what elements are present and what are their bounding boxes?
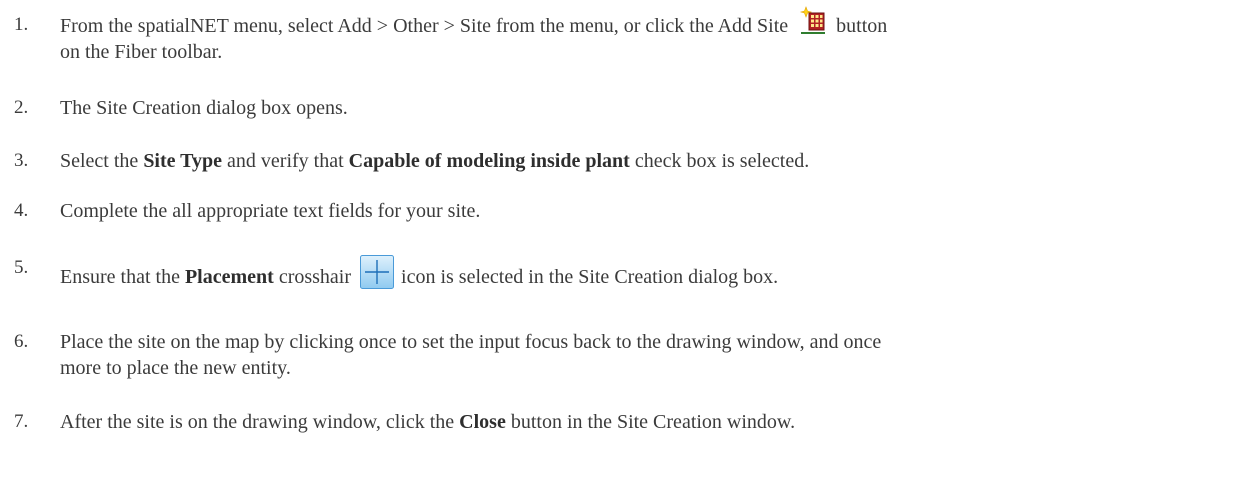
step-number: 5. xyxy=(14,257,29,278)
step-text-part: more to place the new entity. xyxy=(60,357,291,379)
step-number: 3. xyxy=(14,150,29,171)
step-text-part: button xyxy=(836,15,888,37)
ui-term-site-type: Site Type xyxy=(143,150,223,172)
ui-term-placement: Placement xyxy=(184,266,274,288)
ui-term-close: Close xyxy=(459,411,506,433)
step-text: Ensure that the Placement crosshair icon… xyxy=(60,255,1245,290)
step-text-part: crosshair xyxy=(278,266,352,288)
step-text-part: check box is selected. xyxy=(634,150,810,172)
step-text: Complete the all appropriate text fields… xyxy=(60,200,481,222)
crosshair-icon xyxy=(360,255,395,289)
step-number: 1. xyxy=(14,14,29,35)
step-text: The Site Creation dialog box opens. xyxy=(60,97,348,119)
step-text: From the spatialNET menu, select Add > O… xyxy=(60,6,1245,65)
step-text-part: From the spatialNET menu, select Add > O… xyxy=(60,15,789,37)
step-text-part: icon is selected in the Site Creation di… xyxy=(401,266,779,288)
step-text-part: Select the xyxy=(60,150,139,172)
step-text-part: After the site is on the drawing window,… xyxy=(60,411,455,433)
step-text-part: button in the Site Creation window. xyxy=(510,411,796,433)
step-text: Place the site on the map by clicking on… xyxy=(60,329,1245,381)
step-number: 2. xyxy=(14,97,29,118)
step-text-part: and verify that xyxy=(227,150,344,172)
step-text: After the site is on the drawing window,… xyxy=(60,409,1245,435)
step-text-part: Ensure that the xyxy=(60,266,180,288)
step-number: 7. xyxy=(14,411,29,432)
step-text: Select the Site Type and verify that Cap… xyxy=(60,148,1245,174)
step-number: 6. xyxy=(14,331,29,352)
step-number: 4. xyxy=(14,200,29,221)
step-text-part: Place the site on the map by clicking on… xyxy=(60,331,882,353)
add-site-icon xyxy=(797,6,827,36)
step-text-part: on the Fiber toolbar. xyxy=(60,41,223,63)
ui-term-capable-of-modeling: Capable of modeling inside plant xyxy=(348,150,630,172)
